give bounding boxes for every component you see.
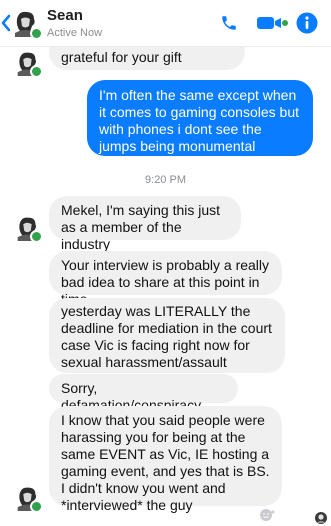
message-bubble-incoming[interactable]: Your interview is probably a really bad … <box>49 251 282 307</box>
add-reaction-icon[interactable] <box>258 508 276 522</box>
message-bubble-outgoing[interactable]: I'm often the same except when it comes … <box>87 80 313 171</box>
message-bubble-incoming[interactable]: Sorry, defamation/conspiracy <box>49 374 238 413</box>
seen-indicator-icon <box>315 512 327 524</box>
message-bubble-incoming[interactable]: yesterday was LITERALLY the deadline for… <box>49 298 285 387</box>
video-camera-icon[interactable] <box>256 15 288 31</box>
online-indicator <box>30 65 43 78</box>
active-status: Active Now <box>47 27 103 39</box>
contact-avatar-small <box>13 48 43 78</box>
message-timestamp: 9:20 PM <box>145 174 186 186</box>
contact-avatar[interactable] <box>10 7 43 40</box>
contact-avatar-small <box>13 483 43 513</box>
phone-icon[interactable] <box>220 13 238 33</box>
online-indicator <box>30 27 43 40</box>
message-bubble-incoming[interactable]: Mekel, I'm saying this just as a member … <box>49 196 241 252</box>
conversation-header: Sean Active Now <box>0 0 331 47</box>
message-thread[interactable]: grateful for your gift I'm often the sam… <box>0 34 331 526</box>
contact-name[interactable]: Sean <box>47 7 83 24</box>
online-indicator <box>30 230 43 243</box>
info-icon[interactable] <box>296 12 318 34</box>
online-indicator <box>30 500 43 513</box>
contact-avatar-small <box>13 213 43 243</box>
message-bubble-incoming[interactable]: I know that you said people were harassi… <box>49 406 282 513</box>
